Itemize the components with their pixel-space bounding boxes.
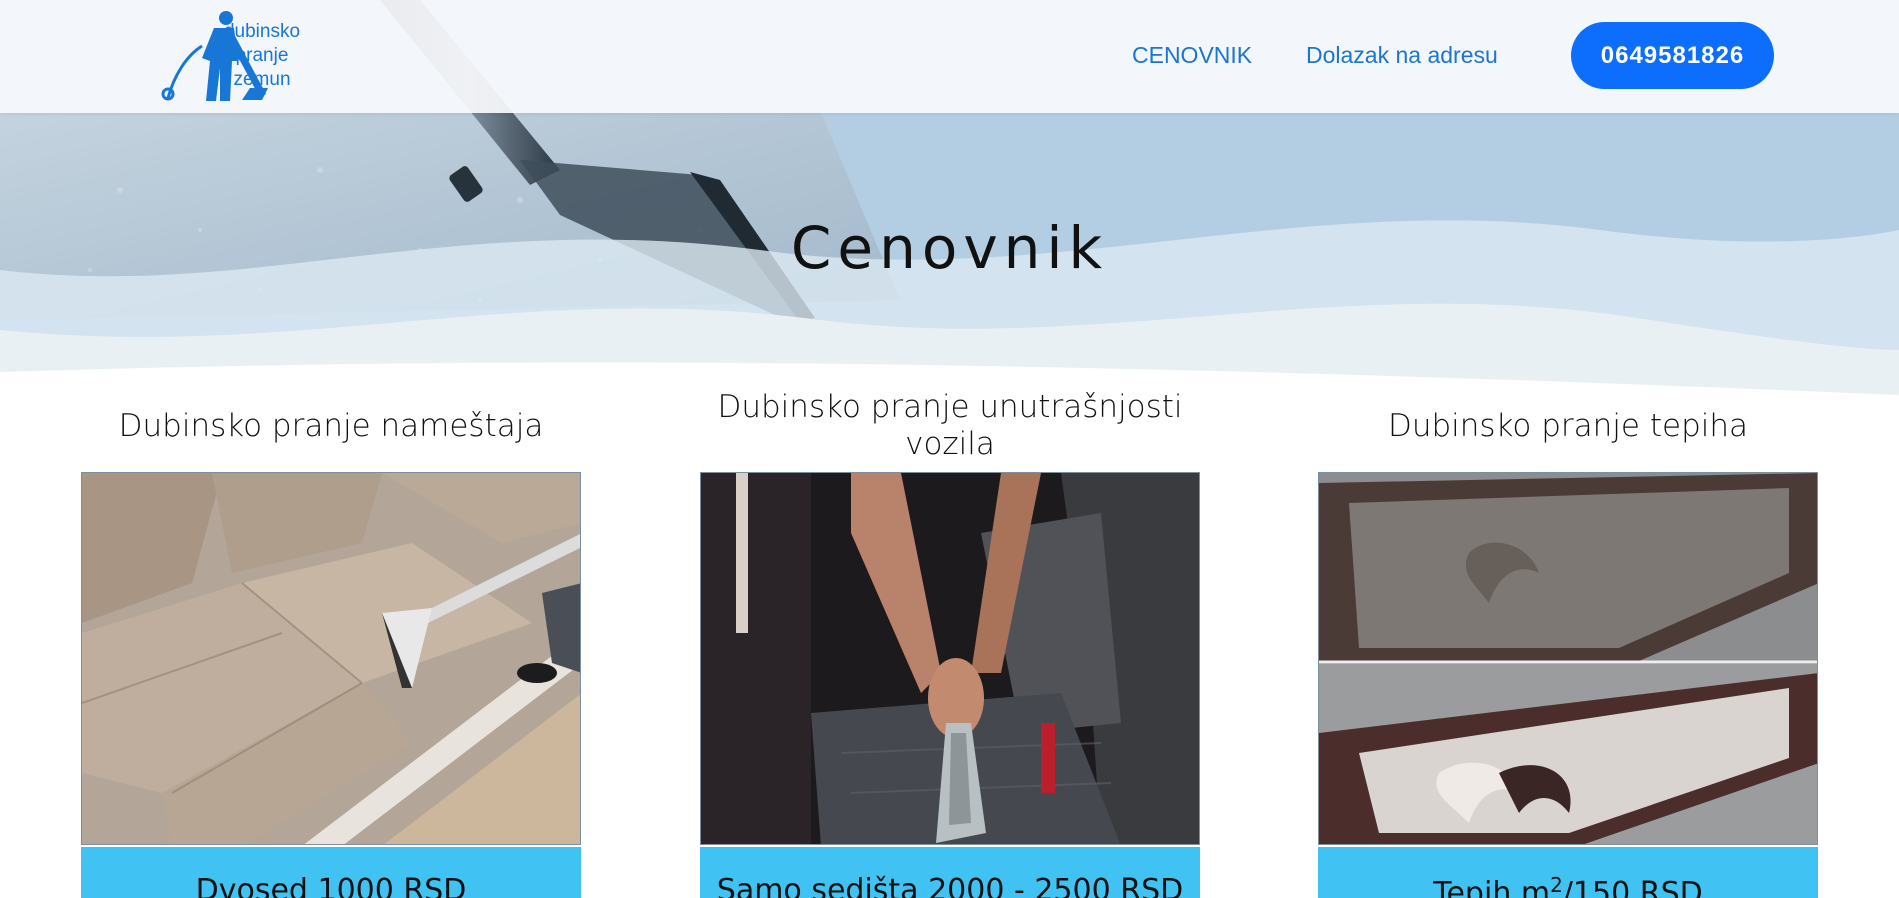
logo-line-2: pranje [235, 45, 289, 66]
price-text: Samo sedišta 2000 - 2500 RSD [716, 873, 1184, 898]
sofa-cleaning-image [81, 472, 581, 845]
price-band: Tepih m2/150 RSD [1318, 847, 1818, 898]
page-title: Cenovnik [790, 214, 1109, 282]
phone-button[interactable]: 0649581826 [1571, 22, 1774, 89]
logo-text[interactable]: dubinsko pranje zemun [212, 20, 312, 92]
price-text: Dvosed 1000 RSD [195, 873, 467, 898]
price-suffix: /150 RSD [1562, 876, 1703, 898]
service-card-furniture: Dubinsko pranje nameštaja Dvosed 1000 RS… [81, 380, 581, 898]
price-text: Tepih m2/150 RSD [1433, 873, 1702, 898]
nav-link-dolazak-na-adresu[interactable]: Dolazak na adresu [1306, 42, 1498, 69]
logo-line-3: zemun [233, 69, 291, 90]
service-card-carpet: Dubinsko pranje tepiha Tepih m2/150 RSD [1318, 380, 1818, 898]
price-superscript: 2 [1550, 873, 1563, 897]
card-title: Dubinsko pranje unutrašnjosti vozila [717, 389, 1183, 462]
card-title: Dubinsko pranje tepiha [1387, 407, 1749, 444]
price-prefix: Tepih m [1433, 876, 1551, 898]
card-title: Dubinsko pranje nameštaja [118, 407, 544, 444]
logo-line-1: dubinsko [223, 21, 301, 42]
price-band: Dvosed 1000 RSD [81, 847, 581, 898]
price-band: Samo sedišta 2000 - 2500 RSD [700, 847, 1200, 898]
car-interior-cleaning-image [700, 472, 1200, 845]
site-header: dubinsko pranje zemun CENOVNIK Dolazak n… [0, 0, 1899, 113]
nav-link-cenovnik[interactable]: CENOVNIK [1132, 42, 1252, 69]
service-card-vehicle: Dubinsko pranje unutrašnjosti vozila Sam… [700, 380, 1200, 898]
carpet-before-after-image [1318, 472, 1818, 845]
